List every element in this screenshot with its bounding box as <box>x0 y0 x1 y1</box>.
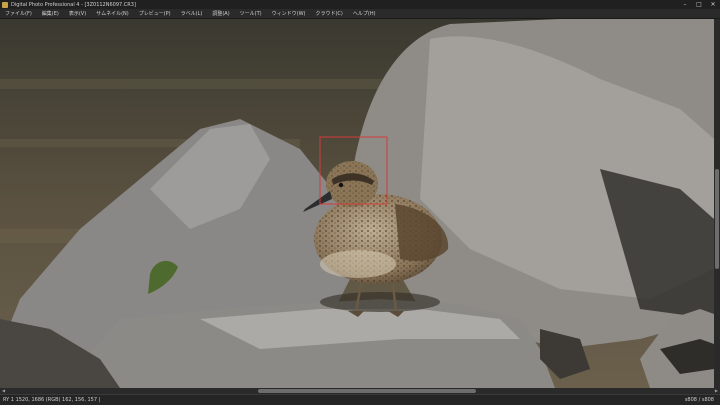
menu-adjust[interactable]: 調整(A) <box>207 10 234 17</box>
menu-preview[interactable]: プレビュー(P) <box>134 10 176 17</box>
menu-view[interactable]: 表示(V) <box>64 10 91 17</box>
menu-bar: ファイル(F) 編集(E) 表示(V) サムネイル(N) プレビュー(P) ラベ… <box>0 9 720 19</box>
scroll-right-arrow-icon[interactable]: ▶ <box>715 388 718 393</box>
menu-window[interactable]: ウィンドウ(W) <box>267 10 311 17</box>
menu-label[interactable]: ラベル(L) <box>176 10 208 17</box>
app-icon <box>2 1 8 8</box>
menu-help[interactable]: ヘルプ(H) <box>348 10 381 17</box>
window-controls: – □ ✕ <box>678 0 720 9</box>
image-viewer[interactable] <box>0 19 714 388</box>
horizontal-scroll-thumb[interactable] <box>258 389 476 393</box>
vertical-scrollbar[interactable] <box>714 19 720 388</box>
menu-file[interactable]: ファイル(F) <box>0 10 37 17</box>
menu-thumbnail[interactable]: サムネイル(N) <box>91 10 134 17</box>
image-counter: s808 / s808 <box>684 397 714 403</box>
maximize-button[interactable]: □ <box>692 0 706 9</box>
preview-image <box>0 19 714 388</box>
title-bar: Digital Photo Professional 4 - [3Z0112N6… <box>0 0 720 9</box>
scroll-left-arrow-icon[interactable]: ◀ <box>2 388 5 393</box>
pixel-readout: RY 1 1520, 1686 (RGB) 162, 156, 157 | <box>3 397 101 403</box>
minimize-button[interactable]: – <box>678 0 692 9</box>
vertical-scroll-thumb[interactable] <box>715 169 719 269</box>
menu-tools[interactable]: ツール(T) <box>235 10 267 17</box>
close-button[interactable]: ✕ <box>706 0 720 9</box>
menu-edit[interactable]: 編集(E) <box>37 10 64 17</box>
menu-cloud[interactable]: クラウド(C) <box>310 10 347 17</box>
status-bar: RY 1 1520, 1686 (RGB) 162, 156, 157 | s8… <box>0 394 720 405</box>
window-title: Digital Photo Professional 4 - [3Z0112N6… <box>11 1 136 8</box>
